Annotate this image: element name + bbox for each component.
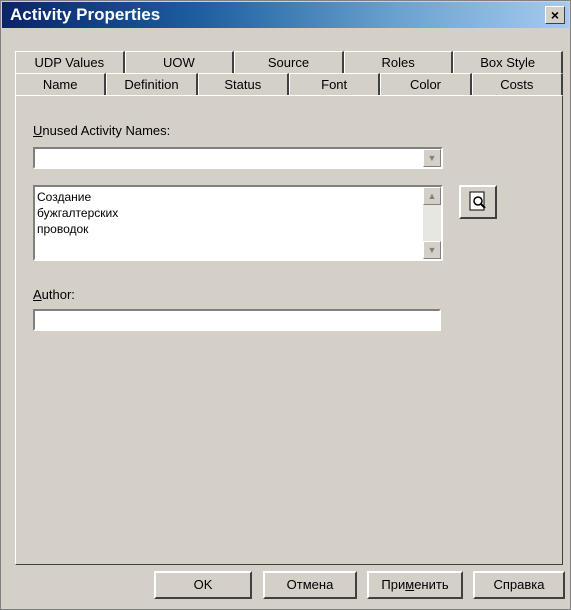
tab-status[interactable]: Status	[197, 73, 289, 95]
tab-name[interactable]: Name	[15, 73, 107, 95]
activity-name-scrollbar[interactable]: ▲ ▼	[423, 187, 441, 259]
tab-uow[interactable]: UOW	[124, 51, 235, 73]
scroll-down-icon[interactable]: ▼	[423, 241, 441, 259]
author-field[interactable]	[33, 309, 441, 331]
author-label: Author:	[33, 287, 75, 302]
tab-color[interactable]: Color	[380, 73, 472, 95]
unused-names-label: Unused Activity Names:	[33, 123, 171, 138]
tab-box-style[interactable]: Box Style	[453, 51, 563, 73]
tab-font[interactable]: Font	[288, 73, 381, 95]
tab-definition[interactable]: Definition	[106, 73, 198, 95]
apply-button[interactable]: Применить	[367, 571, 463, 599]
window-title: Activity Properties	[10, 5, 161, 24]
tab-costs[interactable]: Costs	[471, 73, 563, 95]
cancel-button[interactable]: Отмена	[263, 571, 357, 599]
activity-name-text: Создание бужгалтерских проводок	[37, 190, 119, 236]
tab-udp-values[interactable]: UDP Values	[15, 51, 125, 73]
unused-names-dropdown[interactable]: ▼	[33, 147, 443, 169]
preview-icon	[469, 191, 486, 211]
chevron-down-icon[interactable]: ▼	[423, 149, 441, 167]
tab-roles[interactable]: Roles	[343, 51, 454, 73]
activity-name-textarea[interactable]: Создание бужгалтерских проводок ▲ ▼	[33, 185, 443, 261]
scroll-up-icon[interactable]: ▲	[423, 187, 441, 205]
preview-button[interactable]	[459, 185, 497, 219]
help-button[interactable]: Справка	[473, 571, 565, 599]
tab-source[interactable]: Source	[234, 51, 344, 73]
close-button[interactable]: ×	[545, 6, 565, 24]
tab-row-back: UDP Values UOW Source Roles Box Style	[15, 51, 563, 73]
close-icon: ×	[550, 7, 560, 23]
tab-row-front: Name Definition Status Font Color Costs	[15, 73, 563, 95]
ok-button[interactable]: OK	[154, 571, 252, 599]
title-bar: Activity Properties ×	[2, 2, 569, 28]
activity-properties-dialog: Activity Properties × UDP Values UOW Sou…	[0, 0, 571, 610]
